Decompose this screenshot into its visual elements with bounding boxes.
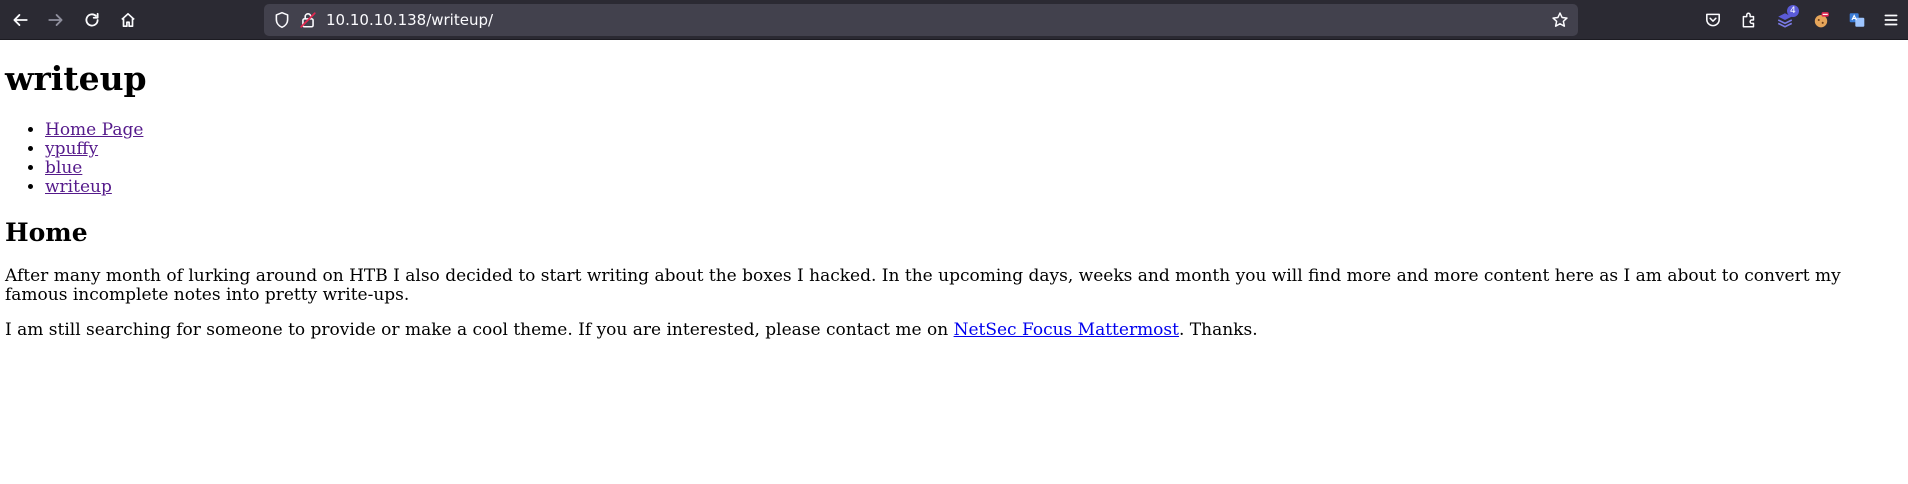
pocket-icon <box>1706 13 1720 27</box>
extensions-icon <box>1742 12 1755 28</box>
contact-text-before: I am still searching for someone to prov… <box>5 320 954 340</box>
back-icon <box>13 14 28 26</box>
browser-toolbar: 10.10.10.138/writeup/ 4 <box>0 0 1908 40</box>
contact-text-after: . Thanks. <box>1178 320 1258 340</box>
bookmark-star-icon[interactable] <box>1551 11 1569 29</box>
nav-link-home-page[interactable]: Home Page <box>45 120 143 140</box>
forward-icon <box>48 14 63 26</box>
pocket-button[interactable] <box>1698 6 1728 34</box>
extension-translate-icon <box>1849 13 1865 27</box>
nav-link-ypuffy[interactable]: ypuffy <box>45 139 98 159</box>
reload-button[interactable] <box>77 6 107 34</box>
extension-purple-button[interactable]: 4 <box>1770 5 1800 34</box>
shield-icon[interactable] <box>273 11 291 29</box>
nav-link-writeup[interactable]: writeup <box>45 177 112 197</box>
nav-link-blue[interactable]: blue <box>45 158 82 178</box>
reload-icon <box>85 12 99 27</box>
back-button[interactable] <box>5 6 35 34</box>
menu-button[interactable] <box>1876 6 1906 34</box>
intro-paragraph: After many month of lurking around on HT… <box>5 266 1841 305</box>
nav-list: Home Page ypuffy blue writeup <box>0 121 143 197</box>
home-button[interactable] <box>113 6 143 34</box>
home-icon <box>121 12 135 28</box>
nav-item-ypuffy: ypuffy <box>45 140 143 159</box>
extension-cookie-icon <box>1814 12 1829 28</box>
url-text[interactable]: 10.10.10.138/writeup/ <box>326 4 493 36</box>
extension-badge: 4 <box>1787 5 1799 17</box>
section-title: Home <box>5 218 88 247</box>
contact-paragraph: I am still searching for someone to prov… <box>5 321 1900 340</box>
extension-cookie-button[interactable] <box>1806 6 1836 34</box>
netsec-focus-link[interactable]: NetSec Focus Mattermost <box>954 320 1179 340</box>
forward-button[interactable] <box>41 6 71 34</box>
page-content: writeup Home Page ypuffy blue writeup Ho… <box>0 40 1908 484</box>
page-title: writeup <box>5 59 147 98</box>
nav-item-home: Home Page <box>45 121 143 140</box>
insecure-lock-icon[interactable] <box>299 11 317 29</box>
url-bar[interactable]: 10.10.10.138/writeup/ <box>264 4 1578 36</box>
extensions-button[interactable] <box>1734 6 1764 34</box>
menu-icon <box>1884 14 1898 26</box>
extension-translate-button[interactable] <box>1842 6 1872 34</box>
nav-item-writeup: writeup <box>45 178 143 197</box>
nav-item-blue: blue <box>45 159 143 178</box>
